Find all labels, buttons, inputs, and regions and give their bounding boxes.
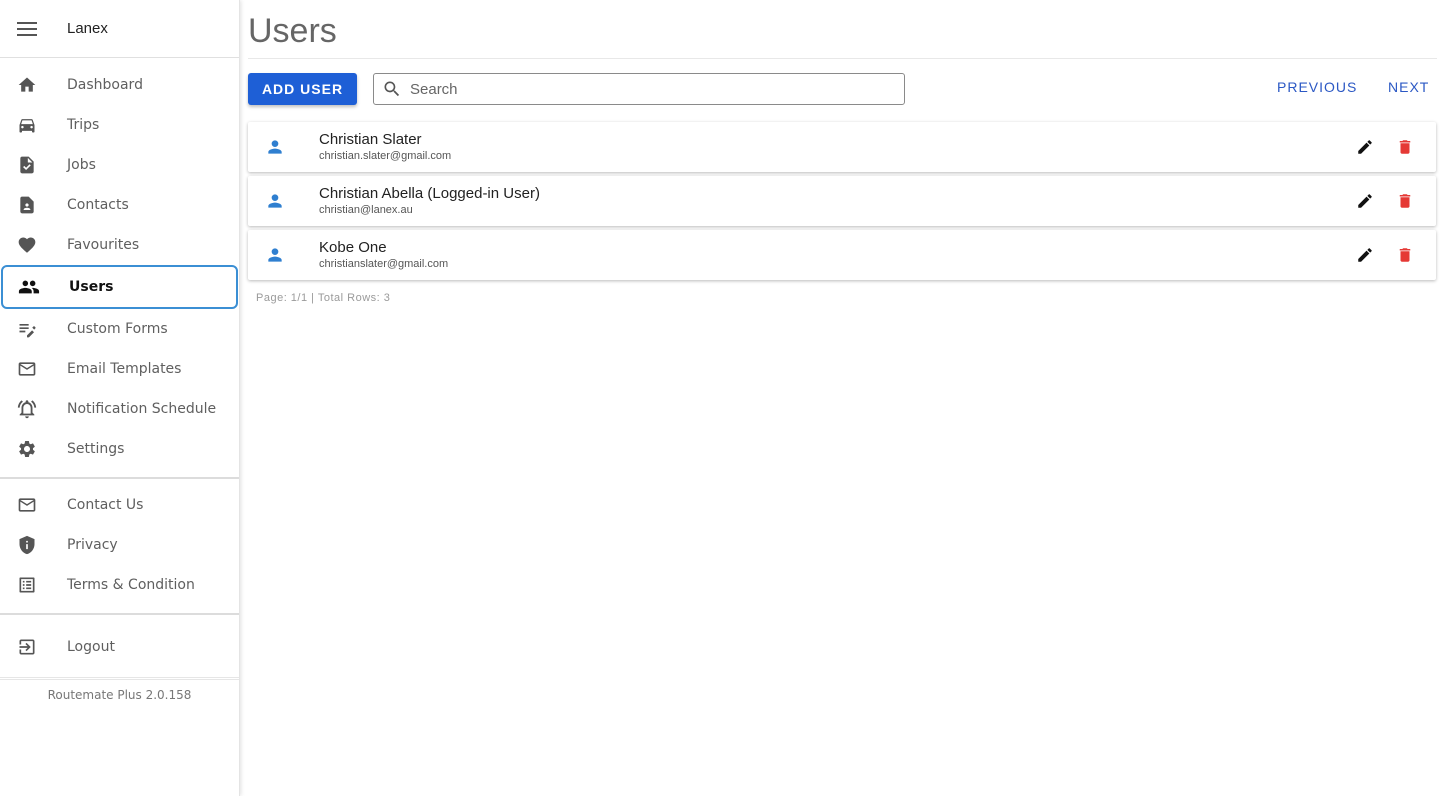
sidebar-main-nav: Dashboard Trips Jobs Contacts Favourites… <box>0 58 239 479</box>
sidebar-item-label: Notification Schedule <box>67 401 217 417</box>
sidebar-item-label: Favourites <box>67 237 140 253</box>
search-icon <box>374 79 410 99</box>
logout-icon <box>0 637 54 657</box>
app: Lanex Dashboard Trips Jobs Contacts Favo… <box>0 0 1443 796</box>
edit-list-icon <box>0 319 54 339</box>
user-info: Kobe One christianslater@gmail.com <box>319 239 448 271</box>
sidebar-logout-section: Logout <box>0 615 239 678</box>
sidebar-item-label: Privacy <box>67 537 118 553</box>
sidebar-item-favourites[interactable]: Favourites <box>0 225 239 265</box>
table-row[interactable]: Kobe One christianslater@gmail.com <box>248 230 1436 280</box>
person-icon <box>248 245 302 265</box>
home-icon <box>0 75 54 95</box>
next-page-button[interactable]: NEXT <box>1388 79 1429 95</box>
sidebar-item-label: Contacts <box>67 197 129 213</box>
search-box <box>373 73 905 105</box>
sidebar-item-privacy[interactable]: Privacy <box>0 525 239 565</box>
row-actions <box>1356 192 1414 210</box>
edit-icon[interactable] <box>1356 138 1374 156</box>
sidebar-item-logout[interactable]: Logout <box>0 627 239 667</box>
sidebar-item-label: Logout <box>67 639 115 655</box>
user-email: christian@lanex.au <box>319 204 413 216</box>
user-email: christian.slater@gmail.com <box>319 150 452 162</box>
user-info: Christian Abella (Logged-in User) christ… <box>319 185 540 217</box>
sidebar-item-notification-schedule[interactable]: Notification Schedule <box>0 389 239 429</box>
sidebar-item-label: Jobs <box>67 157 96 173</box>
shield-icon <box>0 535 54 555</box>
pagination-info: Page: 1/1 | Total Rows: 3 <box>256 292 391 304</box>
search-input[interactable] <box>410 80 890 98</box>
list-icon <box>0 575 54 595</box>
sidebar-item-label: Contact Us <box>67 497 144 513</box>
add-user-button[interactable]: ADD USER <box>248 73 357 105</box>
edit-icon[interactable] <box>1356 246 1374 264</box>
task-icon <box>0 155 54 175</box>
person-icon <box>248 191 302 211</box>
gear-icon <box>0 439 54 459</box>
sidebar-item-label: Trips <box>67 117 100 133</box>
row-actions <box>1356 246 1414 264</box>
sidebar-item-email-templates[interactable]: Email Templates <box>0 349 239 389</box>
title-divider <box>248 58 1437 59</box>
brand-name: Lanex <box>67 20 108 37</box>
user-list: Christian Slater christian.slater@gmail.… <box>248 122 1436 284</box>
page-title: Users <box>248 12 337 50</box>
row-actions <box>1356 138 1414 156</box>
sidebar-item-label: Terms & Condition <box>67 577 195 593</box>
sidebar-item-trips[interactable]: Trips <box>0 105 239 145</box>
sidebar-item-label: Users <box>69 279 114 295</box>
hamburger-icon <box>17 21 37 36</box>
user-name: Christian Abella (Logged-in User) <box>319 185 540 202</box>
sidebar-item-label: Dashboard <box>67 77 143 93</box>
sidebar-item-settings[interactable]: Settings <box>0 429 239 469</box>
sidebar-info-nav: Contact Us Privacy Terms & Condition <box>0 479 239 615</box>
user-info: Christian Slater christian.slater@gmail.… <box>319 131 451 163</box>
delete-icon[interactable] <box>1396 192 1414 210</box>
sidebar-item-terms[interactable]: Terms & Condition <box>0 565 239 605</box>
sidebar-item-contact-us[interactable]: Contact Us <box>0 485 239 525</box>
mail-icon <box>0 359 54 379</box>
app-version: Routemate Plus 2.0.158 <box>0 679 239 702</box>
user-name: Kobe One <box>319 239 387 256</box>
sidebar-item-contacts[interactable]: Contacts <box>0 185 239 225</box>
edit-icon[interactable] <box>1356 192 1374 210</box>
table-row[interactable]: Christian Slater christian.slater@gmail.… <box>248 122 1436 172</box>
person-icon <box>248 137 302 157</box>
sidebar-item-label: Email Templates <box>67 361 182 377</box>
delete-icon[interactable] <box>1396 138 1414 156</box>
car-icon <box>0 115 54 135</box>
main-content: Users ADD USER PREVIOUS NEXT Christian S… <box>248 0 1443 796</box>
sidebar: Lanex Dashboard Trips Jobs Contacts Favo… <box>0 0 240 796</box>
heart-icon <box>0 235 54 255</box>
sidebar-item-users[interactable]: Users <box>1 265 238 309</box>
table-row[interactable]: Christian Abella (Logged-in User) christ… <box>248 176 1436 226</box>
sidebar-item-label: Custom Forms <box>67 321 168 337</box>
sidebar-item-custom-forms[interactable]: Custom Forms <box>0 309 239 349</box>
sidebar-item-dashboard[interactable]: Dashboard <box>0 65 239 105</box>
users-icon <box>3 276 55 298</box>
previous-page-button[interactable]: PREVIOUS <box>1277 79 1357 95</box>
delete-icon[interactable] <box>1396 246 1414 264</box>
contact-icon <box>0 195 54 215</box>
bell-icon <box>0 398 54 420</box>
user-email: christianslater@gmail.com <box>319 258 449 270</box>
menu-button[interactable] <box>0 2 54 56</box>
sidebar-header: Lanex <box>0 0 239 58</box>
user-name: Christian Slater <box>319 131 422 148</box>
sidebar-item-label: Settings <box>67 441 125 457</box>
sidebar-item-jobs[interactable]: Jobs <box>0 145 239 185</box>
mail-icon <box>0 495 54 515</box>
